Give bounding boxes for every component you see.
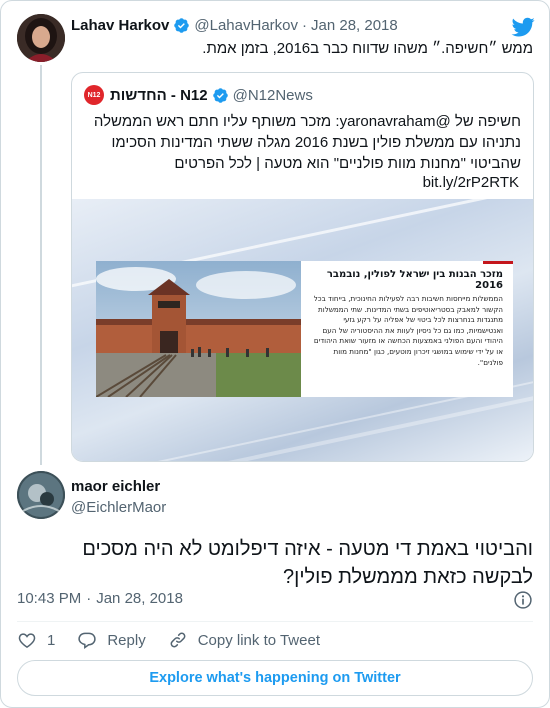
verified-badge-icon [212,87,229,104]
tweet-text: והביטוי באמת די מטעה - איזה דיפלומט לא ה… [82,538,533,588]
separator-dot: · [86,590,92,607]
memo-text-card: מזכר הבנות בין ישראל לפולין, נובמבר 2016… [301,261,513,397]
parent-tweet-header: Lahav Harkov @LahavHarkov · Jan 28, 2018 [71,17,398,34]
display-name[interactable]: maor eichler [71,478,160,495]
quoted-tweet-link[interactable]: bit.ly/2rP2RTK [423,174,519,191]
like-count: 1 [47,631,56,649]
tweet-date[interactable]: Jan 28, 2018 [96,590,183,607]
memo-accent-bar [483,261,513,264]
tweet-text: ממש ״חשיפה.״ משהו שדווח כבר ב2016, בזמן … [202,40,533,57]
reply-label: Reply [107,631,146,649]
n12-logo: N12 [84,85,104,105]
handle[interactable]: @EichlerMaor [71,499,166,516]
reply-bubble-icon [78,632,97,649]
avatar[interactable] [17,14,65,62]
memo-title: מזכר הבנות בין ישראל לפולין, נובמבר 2016 [326,269,503,291]
quoted-tweet[interactable]: N12 החדשות - N12 @N12News חשיפה של @yaro… [71,72,534,462]
memo-body: הממשלות מייחסות חשיבות רבה לפעילות החינו… [313,294,503,367]
quoted-handle: @N12News [232,86,313,104]
auschwitz-gate-photo [96,261,301,397]
quoted-media-image[interactable]: מזכר הבנות בין ישראל לפולין, נובמבר 2016… [72,199,533,461]
link-icon [170,632,186,648]
copy-link-button[interactable]: Copy link to Tweet [168,630,320,650]
tweet-actions: 1 Reply Copy link to Tweet [17,629,342,651]
twitter-bird-icon[interactable] [511,15,535,39]
handle[interactable]: @LahavHarkov [194,17,298,34]
tweet-time[interactable]: 10:43 PM [17,590,81,607]
like-button[interactable]: 1 [17,630,55,650]
divider [17,621,533,622]
embedded-tweet-card: Lahav Harkov @LahavHarkov · Jan 28, 2018… [0,0,550,708]
tweet-date[interactable]: Jan 28, 2018 [311,17,398,34]
explore-twitter-button[interactable]: Explore what's happening on Twitter [17,660,533,696]
quoted-display-name: החדשות - N12 [110,86,208,104]
display-name[interactable]: Lahav Harkov [71,17,169,34]
quoted-tweet-header: N12 החדשות - N12 @N12News [84,85,313,105]
copy-link-label: Copy link to Tweet [197,631,320,649]
verified-badge-icon [173,17,190,34]
reply-button[interactable]: Reply [77,630,146,650]
quoted-tweet-text: חשיפה של @yaronavraham: מזכר משותף עליו … [93,113,521,172]
separator-dot: · [302,17,307,34]
thread-connector-line [40,65,42,465]
tweet-timestamp[interactable]: 10:43 PM · Jan 28, 2018 [17,590,183,607]
avatar[interactable] [17,471,65,519]
heart-icon [18,633,36,648]
info-icon[interactable] [513,590,533,610]
